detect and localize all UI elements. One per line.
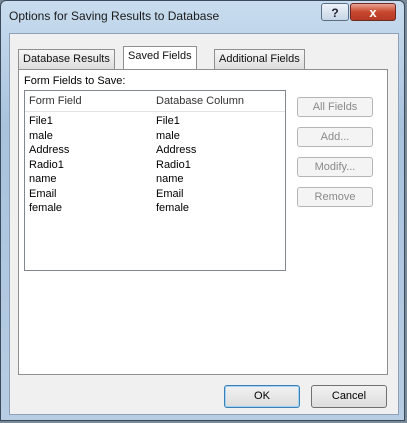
list-row[interactable]: Email Email xyxy=(25,188,285,203)
title-bar[interactable]: Options for Saving Results to Database ?… xyxy=(1,1,404,29)
dialog-client-area: Database Results Saved Fields Additional… xyxy=(9,33,399,415)
db-column-cell: Address xyxy=(156,144,197,156)
db-column-cell: File1 xyxy=(156,115,180,127)
dialog-window: Options for Saving Results to Database ?… xyxy=(0,0,405,421)
dialog-title: Options for Saving Results to Database xyxy=(9,9,220,23)
tab-saved-fields[interactable]: Saved Fields xyxy=(123,46,197,69)
help-button[interactable]: ? xyxy=(321,3,349,21)
help-icon: ? xyxy=(331,6,339,20)
form-fields-list[interactable]: Form Field Database Column File1 File1 m… xyxy=(24,90,286,271)
list-header: Form Field Database Column xyxy=(25,91,285,112)
db-column-cell: female xyxy=(156,202,190,214)
close-button[interactable]: x xyxy=(350,3,396,21)
form-fields-label: Form Fields to Save: xyxy=(24,75,126,87)
add-button[interactable]: Add... xyxy=(297,127,373,147)
list-row[interactable]: File1 File1 xyxy=(25,115,285,130)
close-icon: x xyxy=(369,5,377,20)
list-row[interactable]: Address Address xyxy=(25,144,285,159)
column-header-database-column[interactable]: Database Column xyxy=(156,95,244,107)
form-field-cell: female xyxy=(29,202,63,214)
column-header-form-field[interactable]: Form Field xyxy=(29,95,82,107)
db-column-cell: Email xyxy=(156,187,184,200)
db-column-cell: Radio1 xyxy=(156,158,191,171)
list-row[interactable]: female female xyxy=(25,202,285,217)
ok-button[interactable]: OK xyxy=(224,385,300,408)
modify-button[interactable]: Modify... xyxy=(297,157,373,177)
form-field-cell: File1 xyxy=(29,115,53,127)
form-field-cell: Radio1 xyxy=(29,158,64,171)
saved-fields-panel: Form Fields to Save: Form Field Database… xyxy=(18,69,388,375)
db-column-cell: name xyxy=(156,173,184,185)
list-row[interactable]: male male xyxy=(25,130,285,145)
form-field-cell: male xyxy=(29,129,53,142)
tab-database-results[interactable]: Database Results xyxy=(18,49,115,69)
remove-button[interactable]: Remove xyxy=(297,187,373,207)
tab-additional-fields[interactable]: Additional Fields xyxy=(214,49,305,69)
form-field-cell: name xyxy=(29,173,57,185)
list-row[interactable]: Radio1 Radio1 xyxy=(25,159,285,174)
form-field-cell: Email xyxy=(29,187,57,200)
list-row[interactable]: name name xyxy=(25,173,285,188)
cancel-button[interactable]: Cancel xyxy=(311,385,387,408)
form-field-cell: Address xyxy=(29,144,70,156)
list-rows: File1 File1 male male Address Address Ra… xyxy=(25,115,285,217)
all-fields-button[interactable]: All Fields xyxy=(297,97,373,117)
db-column-cell: male xyxy=(156,129,180,142)
